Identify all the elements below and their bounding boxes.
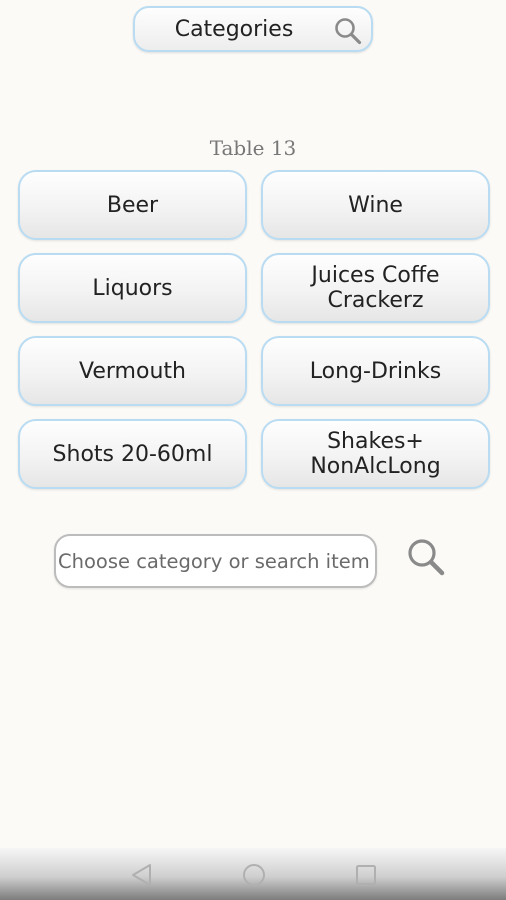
search-field [54,534,377,588]
category-button-shots[interactable]: Shots 20-60ml [18,419,247,489]
category-button-vermouth[interactable]: Vermouth [18,336,247,406]
category-button-juices-coffe-crackerz[interactable]: Juices Coffe Crackerz [261,253,490,323]
search-input[interactable] [56,536,375,586]
back-triangle-icon[interactable] [128,862,156,888]
category-grid: Beer Wine Liquors Juices Coffe Crackerz … [18,170,490,489]
search-icon[interactable] [333,16,363,46]
categories-header-button[interactable]: Categories [133,6,373,52]
table-title: Table 13 [209,136,297,160]
category-button-wine[interactable]: Wine [261,170,490,240]
recents-square-icon[interactable] [352,862,380,888]
system-navigation-bar [0,848,506,900]
search-button-icon[interactable] [404,536,448,580]
home-circle-icon[interactable] [240,862,268,888]
categories-header-label: Categories [174,16,294,42]
category-button-long-drinks[interactable]: Long-Drinks [261,336,490,406]
category-button-shakes-nonalclong[interactable]: Shakes+ NonAlcLong [261,419,490,489]
category-button-liquors[interactable]: Liquors [18,253,247,323]
category-button-beer[interactable]: Beer [18,170,247,240]
